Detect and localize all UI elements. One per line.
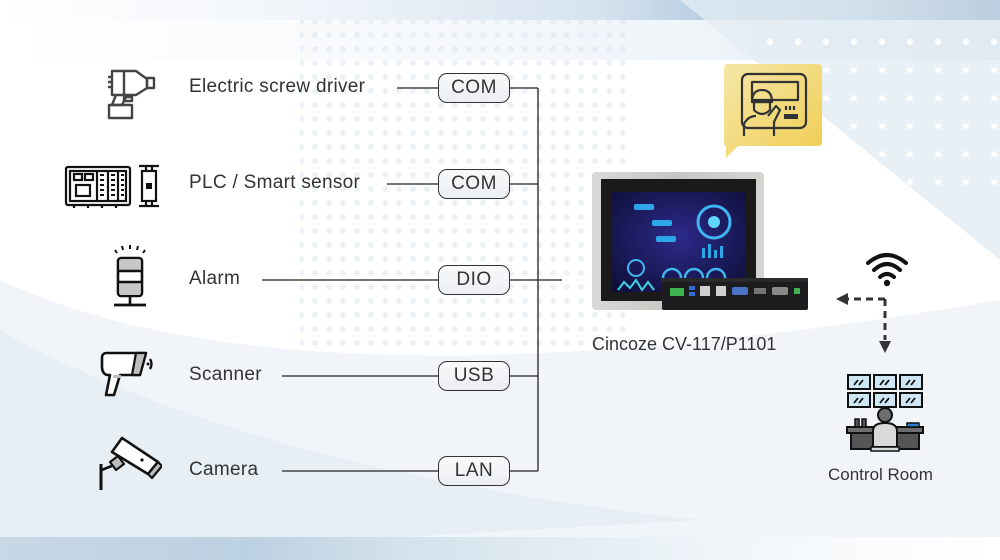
device-label-scanner: Scanner — [189, 364, 262, 385]
arrow-left-head — [836, 293, 848, 305]
control-room-icon — [846, 374, 924, 452]
device-label-alarm: Alarm — [189, 268, 241, 289]
arrow-down-head — [879, 341, 891, 353]
alarm-light-icon — [114, 245, 146, 307]
device-label-camera: Camera — [189, 459, 259, 480]
product-name: Cincoze CV-117/P1101 — [592, 334, 777, 354]
port-badge-com-1: COM — [438, 73, 510, 103]
control-room-label: Control Room — [828, 465, 933, 484]
operator-touchscreen-icon — [724, 64, 822, 158]
security-camera-icon — [99, 436, 162, 490]
screwdriver-icon — [107, 69, 156, 120]
device-label-plc: PLC / Smart sensor — [189, 172, 361, 193]
port-badge-lan: LAN — [438, 456, 510, 486]
port-badge-dio: DIO — [438, 265, 510, 295]
wifi-icon — [866, 253, 908, 287]
port-badge-usb: USB — [438, 361, 510, 391]
device-label-screwdriver: Electric screw driver — [189, 76, 366, 97]
barcode-scanner-icon — [100, 351, 153, 397]
plc-sensor-icon — [64, 164, 159, 208]
panel-pc-icon — [592, 172, 808, 310]
port-badge-com-2: COM — [438, 169, 510, 199]
